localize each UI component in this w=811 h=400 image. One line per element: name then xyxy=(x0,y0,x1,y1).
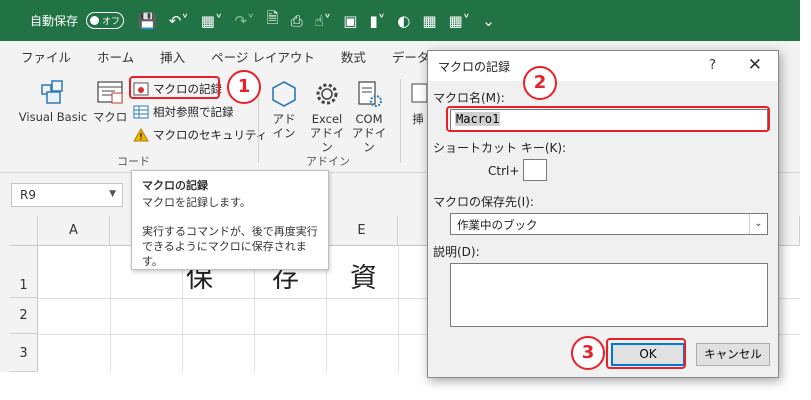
step-badge-1: 1 xyxy=(227,70,261,104)
shortcut-key-label: ショートカット キー(K): xyxy=(433,141,567,155)
name-box[interactable]: R9 ▼ xyxy=(11,183,123,207)
gridline xyxy=(110,246,111,372)
step-badge-2: 2 xyxy=(523,66,557,100)
addin-icon xyxy=(272,81,296,107)
tooltip-line: 実行するコマンドが、後で再度実行 xyxy=(142,225,318,238)
dialog-title-bar: マクロの記録 ? ✕ xyxy=(428,51,778,81)
undo-icon[interactable]: ↶˅ xyxy=(169,12,189,30)
macro-label: マクロ xyxy=(92,110,128,124)
insert-control-button[interactable]: 挿 xyxy=(408,79,428,126)
grid-icon[interactable]: ▦˅ xyxy=(449,12,471,30)
macro-security-label: マクロのセキュリティ xyxy=(153,128,268,142)
row-header-2[interactable]: 2 xyxy=(10,298,38,334)
row-header-1[interactable]: 1 xyxy=(10,246,38,298)
customize-icon[interactable]: ⌄ xyxy=(482,12,495,30)
tooltip-line: できるようにマクロに保存されます。 xyxy=(142,240,307,268)
com-addin-label-2: アドイン xyxy=(351,126,387,154)
visual-basic-button[interactable]: Visual Basic xyxy=(14,77,92,124)
autosave-toggle[interactable]: オフ xyxy=(86,12,125,29)
excel-addin-label-1: Excel xyxy=(311,112,343,126)
redo-icon[interactable]: ↷˅ xyxy=(234,12,254,30)
macro-name-label: マクロ名(M): xyxy=(433,91,505,105)
insert-control-icon xyxy=(411,83,427,103)
addin-label-2: イン xyxy=(272,126,296,140)
highlight-record-macro xyxy=(129,76,220,99)
chevron-down-icon[interactable]: ▼ xyxy=(109,189,116,199)
store-location-select[interactable]: 作業中のブック ⌄ xyxy=(450,213,768,235)
title-bar: 自動保存 オフ 💾 ↶˅ ▦˅ ↷˅ 🗎 ⎙ ☝˅ ▣ ▮˅ ◐ ▦ ▦˅ ⌄ xyxy=(0,0,800,41)
gear-icon xyxy=(316,83,338,105)
macro-button[interactable]: マクロ xyxy=(92,77,128,124)
table-icon[interactable]: ▦ xyxy=(422,12,436,30)
dialog-title: マクロの記録 xyxy=(438,59,511,74)
record-macro-tooltip: マクロの記録 マクロを記録します。 実行するコマンドが、後で再度実行 できるよう… xyxy=(131,170,329,270)
chevron-down-icon[interactable]: ⌄ xyxy=(749,214,767,234)
cancel-button[interactable]: キャンセル xyxy=(696,343,770,366)
toggle-knob xyxy=(90,16,100,25)
column-header-e[interactable]: E xyxy=(326,216,398,246)
camera-icon[interactable]: ▣ xyxy=(343,12,357,30)
tab-formulas[interactable]: 数式 xyxy=(328,47,379,66)
ctrl-label: Ctrl+ xyxy=(488,164,520,178)
autosave-state: オフ xyxy=(102,17,121,27)
column-header-a[interactable]: A xyxy=(38,216,110,246)
excel-addin-button[interactable]: Excel アドイン xyxy=(306,79,348,154)
com-addin-icon xyxy=(358,81,382,107)
close-icon[interactable]: ✕ xyxy=(748,55,762,75)
com-addin-label-1: COM xyxy=(355,112,383,126)
description-label: 説明(D): xyxy=(433,245,480,259)
tooltip-line: マクロを記録します。 xyxy=(142,196,251,209)
relative-reference-icon xyxy=(133,105,149,119)
group-code-label: コード xyxy=(117,155,150,168)
tab-insert[interactable]: 挿入 xyxy=(147,47,198,66)
gridline xyxy=(398,246,399,372)
shortcut-key-input[interactable] xyxy=(523,159,547,181)
highlight-ok-button xyxy=(606,338,686,369)
step-badge-3: 3 xyxy=(571,336,605,370)
store-location-label: マクロの保存先(I): xyxy=(433,195,534,209)
excel-addin-label-2: アドイン xyxy=(309,126,345,154)
row-header-3[interactable]: 3 xyxy=(10,334,38,372)
palette-icon[interactable]: ◐ xyxy=(397,12,410,30)
chart-icon[interactable]: ▮˅ xyxy=(369,12,385,30)
insert-control-label: 挿 xyxy=(412,112,424,126)
tab-home[interactable]: ホーム xyxy=(84,47,147,66)
record-macro-dialog: マクロの記録 ? ✕ マクロ名(M): Macro1 ショートカット キー(K)… xyxy=(427,50,779,378)
group-addin-label: アドイン xyxy=(306,155,350,168)
autosave-label: 自動保存 xyxy=(30,14,79,28)
touch-icon[interactable]: ☝˅ xyxy=(315,12,332,30)
tooltip-title: マクロの記録 xyxy=(142,179,208,192)
tab-file[interactable]: ファイル xyxy=(8,47,84,66)
select-all-corner[interactable] xyxy=(10,216,38,246)
name-box-value: R9 xyxy=(20,188,36,202)
highlight-macro-name xyxy=(446,106,770,132)
cell-text: 資 xyxy=(350,263,377,294)
quick-access-toolbar: 💾 ↶˅ ▦˅ ↷˅ 🗎 ⎙ ☝˅ ▣ ▮˅ ◐ ▦ ▦˅ ⌄ xyxy=(138,8,495,33)
document-icon[interactable]: 🗎 xyxy=(267,8,279,33)
relative-reference-label: 相対参照で記録 xyxy=(153,105,234,119)
addin-label-1: アド xyxy=(272,112,296,126)
warning-icon xyxy=(133,128,149,142)
save-icon[interactable]: 💾 xyxy=(138,12,157,30)
print-icon[interactable]: ⎙ xyxy=(291,12,303,30)
relative-reference-button[interactable]: 相対参照で記録 xyxy=(133,102,234,122)
tab-page-layout[interactable]: ページ レイアウト xyxy=(198,47,328,66)
com-addin-button[interactable]: COM アドイン xyxy=(348,79,390,154)
border-icon[interactable]: ▦˅ xyxy=(201,12,223,30)
visual-basic-label: Visual Basic xyxy=(18,110,88,124)
help-icon[interactable]: ? xyxy=(709,58,716,73)
description-textarea[interactable] xyxy=(450,263,768,327)
group-separator xyxy=(400,79,401,163)
macro-security-button[interactable]: マクロのセキュリティ xyxy=(133,125,267,145)
store-location-value: 作業中のブック xyxy=(457,218,538,232)
macro-icon xyxy=(97,81,123,104)
visual-basic-icon xyxy=(41,80,63,104)
addin-button[interactable]: アド イン xyxy=(266,79,302,140)
